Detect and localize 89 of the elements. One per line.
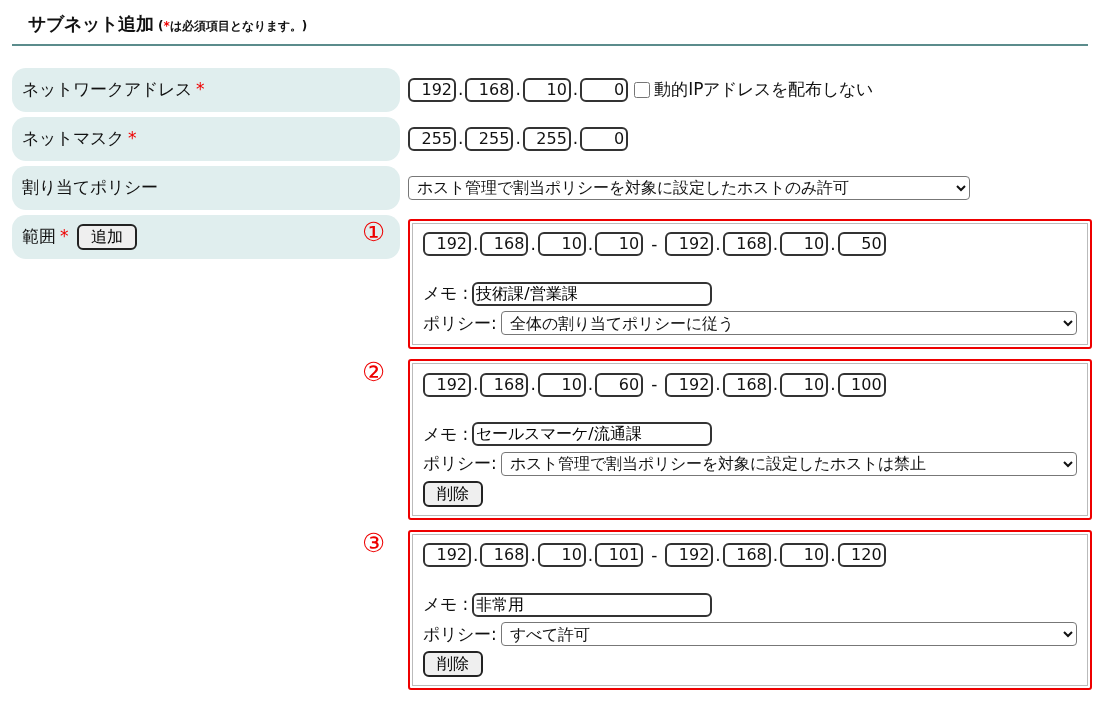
octet-input[interactable]: 168 — [480, 543, 529, 568]
field-label: ネットマスク — [22, 126, 124, 150]
dot-separator: . — [457, 77, 465, 101]
policy-select[interactable]: ホスト管理で割当ポリシーを対象に設定したホストは禁止 — [500, 451, 1077, 476]
octet-input[interactable]: 168 — [480, 232, 529, 257]
octet-input[interactable]: 0 — [580, 126, 629, 151]
octet-input[interactable]: 50 — [837, 232, 886, 257]
field-label: 範囲 — [22, 224, 56, 248]
dot-separator: . — [571, 126, 580, 150]
octet-input[interactable]: 168 — [722, 372, 771, 397]
octet-input[interactable]: 168 — [722, 543, 771, 568]
memo-input[interactable]: 技術課/営業課 — [472, 281, 713, 306]
octet-input[interactable]: 192 — [423, 232, 471, 257]
octet-input[interactable]: 10 — [537, 372, 586, 397]
range-dash: - — [650, 373, 659, 396]
dot-separator: . — [586, 373, 595, 396]
policy-select[interactable]: ホスト管理で割当ポリシーを対象に設定したホストのみ許可 — [408, 175, 970, 200]
octet-input[interactable]: 0 — [580, 77, 629, 102]
octet-input[interactable]: 192 — [665, 372, 714, 397]
octet-input[interactable]: 192 — [665, 543, 714, 568]
octet-input[interactable]: 192 — [665, 232, 714, 257]
memo-input[interactable]: セールスマーケ/流通課 — [472, 422, 713, 447]
circled-number: ① — [362, 215, 386, 249]
circled-number: ② — [362, 356, 386, 389]
delete-button[interactable]: 削除 — [423, 651, 483, 677]
dot-separator: . — [514, 126, 522, 150]
field-label: ネットワークアドレス — [22, 77, 192, 101]
dot-separator: . — [529, 232, 537, 256]
dot-separator: . — [714, 373, 722, 396]
octet-input[interactable]: 120 — [837, 543, 886, 568]
dot-separator: . — [529, 373, 537, 396]
octet-input[interactable]: 168 — [722, 232, 771, 257]
circled-number: ③ — [362, 526, 386, 560]
memo-label: メモ : — [423, 422, 469, 446]
dot-separator: . — [457, 126, 465, 150]
memo-input[interactable]: 非常用 — [472, 592, 713, 617]
dot-separator: . — [714, 232, 722, 256]
octet-input[interactable]: 10 — [780, 372, 829, 397]
dot-separator: . — [714, 543, 722, 567]
octet-input[interactable]: 168 — [465, 77, 514, 102]
octet-input[interactable]: 255 — [522, 126, 571, 151]
dot-separator: . — [472, 543, 480, 567]
policy-select[interactable]: 全体の割り当てポリシーに従う — [500, 311, 1077, 336]
dot-separator: . — [829, 232, 837, 256]
required-mark: * — [196, 77, 205, 101]
memo-label: メモ : — [423, 593, 469, 616]
dot-separator: . — [771, 232, 780, 256]
octet-input[interactable]: 60 — [595, 372, 644, 397]
octet-input[interactable]: 10 — [780, 543, 829, 568]
dot-separator: . — [571, 77, 580, 101]
octet-input[interactable]: 10 — [537, 232, 586, 257]
octet-input[interactable]: 10 — [537, 543, 586, 568]
dot-separator: . — [586, 232, 595, 256]
octet-input[interactable]: 10 — [595, 232, 644, 257]
field-label: 割り当てポリシー — [22, 175, 158, 199]
octet-input[interactable]: 10 — [780, 232, 829, 257]
memo-label: メモ : — [423, 282, 469, 305]
page-title: サブネット追加 — [28, 13, 154, 34]
delete-button[interactable]: 削除 — [423, 480, 483, 507]
checkbox[interactable] — [634, 81, 651, 98]
dot-separator: . — [472, 373, 480, 396]
dot-separator: . — [529, 543, 537, 567]
dot-separator: . — [771, 373, 780, 396]
dot-separator: . — [586, 543, 595, 567]
octet-input[interactable]: 10 — [522, 77, 571, 102]
range-dash: - — [650, 543, 659, 567]
range-dash: - — [650, 232, 659, 256]
policy-select[interactable]: すべて許可 — [500, 622, 1077, 647]
required-note: (*は必須項目となります。) — [158, 19, 308, 33]
octet-input[interactable]: 192 — [423, 372, 471, 397]
octet-input[interactable]: 101 — [595, 543, 644, 568]
octet-input[interactable]: 255 — [408, 126, 456, 151]
octet-input[interactable]: 192 — [408, 77, 456, 102]
required-mark: * — [128, 126, 137, 150]
dot-separator: . — [771, 543, 780, 567]
checkbox-label: 動的IPアドレスを配布しない — [654, 77, 874, 101]
dot-separator: . — [472, 232, 480, 256]
octet-input[interactable]: 255 — [465, 126, 514, 151]
policy-label: ポリシー: — [423, 311, 497, 335]
policy-label: ポリシー: — [423, 622, 497, 646]
octet-input[interactable]: 192 — [423, 543, 471, 568]
dot-separator: . — [829, 543, 837, 567]
add-button[interactable]: 追加 — [76, 223, 137, 250]
dot-separator: . — [514, 77, 522, 101]
dot-separator: . — [829, 373, 837, 396]
octet-input[interactable]: 100 — [837, 372, 886, 397]
octet-input[interactable]: 168 — [480, 372, 529, 397]
policy-label: ポリシー: — [423, 452, 497, 475]
required-mark: * — [60, 224, 69, 248]
